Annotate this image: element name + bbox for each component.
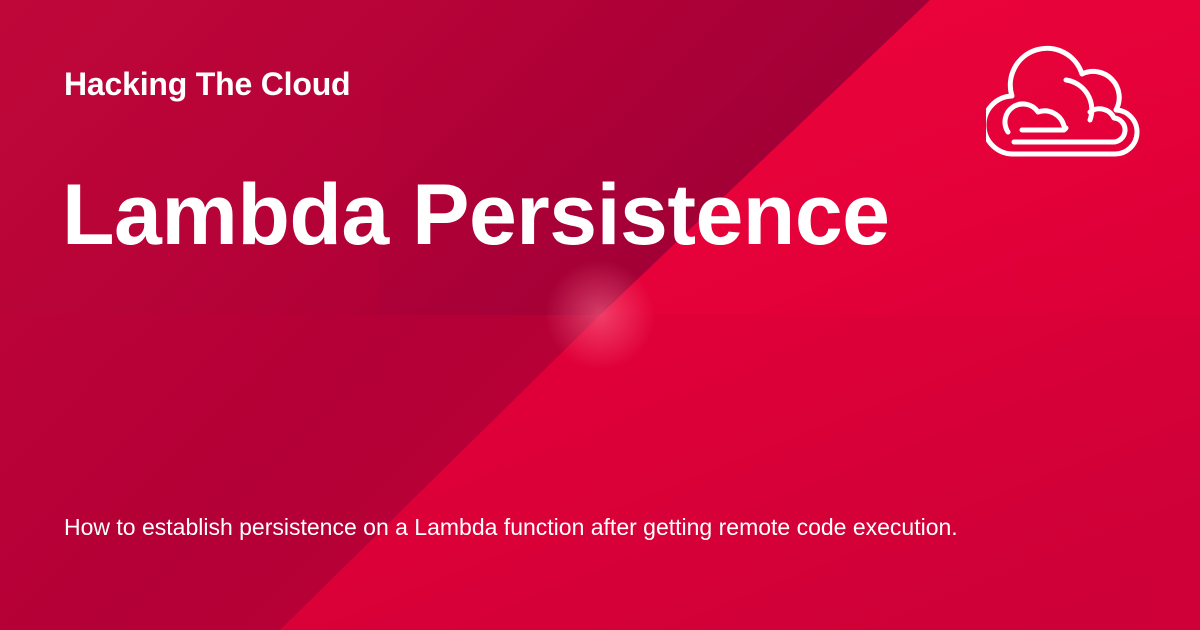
site-name[interactable]: Hacking The Cloud: [64, 64, 351, 104]
social-card: Hacking The Cloud Lambda Persistence How…: [0, 0, 1200, 630]
cloud-icon: [986, 45, 1140, 157]
page-description: How to establish persistence on a Lambda…: [64, 514, 958, 540]
page-title: Lambda Persistence: [62, 167, 890, 263]
